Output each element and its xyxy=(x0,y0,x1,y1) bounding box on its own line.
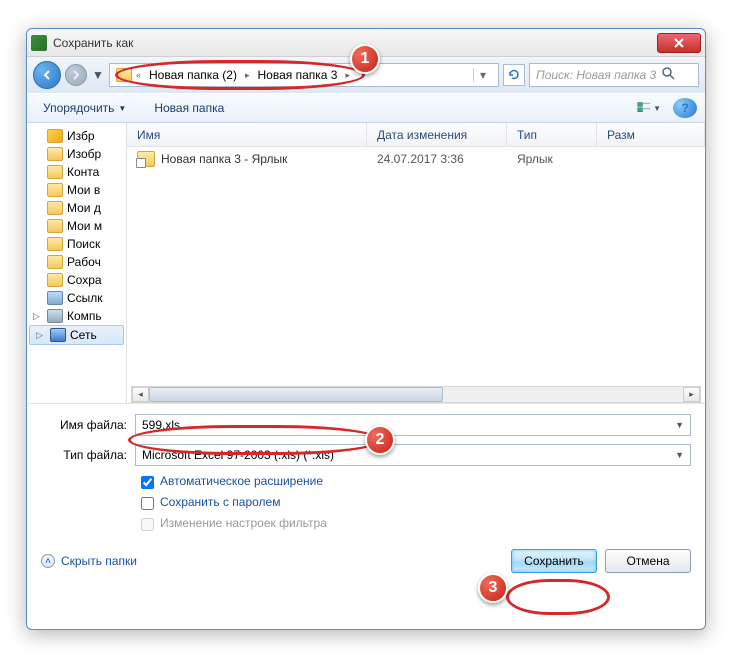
close-icon xyxy=(674,38,684,48)
chevron-right-icon: ▸ xyxy=(245,70,250,81)
back-button[interactable] xyxy=(33,61,61,89)
cancel-button[interactable]: Отмена xyxy=(605,549,691,573)
save-form: Имя файла: 599.xls ▼ Тип файла: Microsof… xyxy=(27,403,705,541)
arrow-left-icon xyxy=(41,69,53,81)
auto-extension-checkbox[interactable]: Автоматическое расширение xyxy=(141,474,691,489)
horizontal-scrollbar[interactable]: ◂ ▸ xyxy=(131,386,701,403)
filetype-select[interactable]: Microsoft Excel 97-2003 (.xls) (*.xls) ▼ xyxy=(135,444,691,466)
help-button[interactable]: ? xyxy=(673,98,697,118)
column-header-name[interactable]: Имя xyxy=(127,123,367,146)
tree-item: Мои м xyxy=(27,217,126,235)
tree-item: Рабоч xyxy=(27,253,126,271)
checkbox-input[interactable] xyxy=(141,476,154,489)
filetype-label: Тип файла: xyxy=(41,448,127,462)
folder-icon xyxy=(47,219,63,233)
close-button[interactable] xyxy=(657,33,701,53)
dialog-footer: ˄ Скрыть папки Сохранить Отмена xyxy=(27,541,705,585)
save-with-password-checkbox[interactable]: Сохранить с паролем xyxy=(141,495,691,510)
computer-icon xyxy=(47,309,63,323)
search-placeholder: Поиск: Новая папка 3 xyxy=(536,68,656,82)
file-date-cell: 24.07.2017 3:36 xyxy=(367,152,507,166)
folder-icon xyxy=(47,147,63,161)
app-icon xyxy=(31,35,47,51)
tree-item: Сохра xyxy=(27,271,126,289)
search-icon xyxy=(662,67,675,83)
filename-label: Имя файла: xyxy=(41,418,127,432)
tree-item-computer: ▷Компь xyxy=(27,307,126,325)
tree-item: Поиск xyxy=(27,235,126,253)
scroll-right-button[interactable]: ▸ xyxy=(683,387,700,402)
tree-item: Конта xyxy=(27,163,126,181)
tree-item-network: ▷Сеть xyxy=(29,325,124,345)
checkbox-input xyxy=(141,518,154,531)
save-as-dialog: Сохранить как ▼ « Новая папка (2) ▸ Нова… xyxy=(26,28,706,630)
network-icon xyxy=(50,328,66,342)
chevron-down-icon[interactable]: ▼ xyxy=(675,420,684,430)
folder-icon xyxy=(116,68,132,82)
forward-button[interactable] xyxy=(65,64,87,86)
column-headers: Имя Дата изменения Тип Разм xyxy=(127,123,705,147)
chevron-down-icon[interactable]: ▼ xyxy=(675,450,684,460)
link-icon xyxy=(47,291,63,305)
annotation-number-3: 3 xyxy=(478,573,508,603)
file-list-pane: Имя Дата изменения Тип Разм Новая папка … xyxy=(127,123,705,403)
folder-icon xyxy=(47,183,63,197)
expand-icon[interactable]: ▷ xyxy=(33,311,43,322)
refresh-button[interactable] xyxy=(503,64,525,86)
toolbar: Упорядочить ▼ Новая папка ▼ ? xyxy=(27,93,705,123)
column-header-date[interactable]: Дата изменения xyxy=(367,123,507,146)
save-button[interactable]: Сохранить xyxy=(511,549,597,573)
arrow-right-icon xyxy=(71,70,81,80)
checkbox-input[interactable] xyxy=(141,497,154,510)
chevron-right-icon: ▸ xyxy=(345,70,350,81)
expand-icon[interactable]: ▷ xyxy=(36,330,46,341)
tree-item: Ссылк xyxy=(27,289,126,307)
file-type-cell: Ярлык xyxy=(507,152,597,166)
annotation-number-1: 1 xyxy=(350,44,380,74)
breadcrumb-segment[interactable]: Новая папка 3 xyxy=(254,68,342,82)
column-header-size[interactable]: Разм xyxy=(597,123,705,146)
refresh-icon xyxy=(507,68,521,82)
navigation-tree[interactable]: Избр Изобр Конта Мои в Мои д Мои м Поиск… xyxy=(27,123,127,403)
dropdown-icon[interactable]: ▾ xyxy=(473,68,492,82)
organize-button[interactable]: Упорядочить ▼ xyxy=(35,97,134,119)
history-dropdown[interactable]: ▼ xyxy=(91,61,105,89)
new-folder-button[interactable]: Новая папка xyxy=(146,97,232,119)
shortcut-icon xyxy=(137,151,155,167)
explorer-body: Избр Изобр Конта Мои в Мои д Мои м Поиск… xyxy=(27,123,705,403)
filename-input[interactable]: 599.xls ▼ xyxy=(135,414,691,436)
chevron-icon: « xyxy=(136,70,141,80)
star-icon xyxy=(47,129,63,143)
tree-item: Мои д xyxy=(27,199,126,217)
chevron-down-icon: ▼ xyxy=(653,104,661,113)
tree-item: Избр xyxy=(27,127,126,145)
column-header-type[interactable]: Тип xyxy=(507,123,597,146)
scroll-thumb[interactable] xyxy=(149,387,443,402)
breadcrumb-segment[interactable]: Новая папка (2) xyxy=(145,68,241,82)
scroll-track[interactable] xyxy=(149,387,683,402)
file-row[interactable]: Новая папка 3 - Ярлык 24.07.2017 3:36 Яр… xyxy=(127,147,705,171)
scroll-left-button[interactable]: ◂ xyxy=(132,387,149,402)
search-input[interactable]: Поиск: Новая папка 3 xyxy=(529,63,699,87)
view-icon xyxy=(637,101,651,115)
annotation-number-2: 2 xyxy=(365,425,395,455)
folder-icon xyxy=(47,237,63,251)
folder-icon xyxy=(47,255,63,269)
tree-item: Изобр xyxy=(27,145,126,163)
tree-item: Мои в xyxy=(27,181,126,199)
folder-icon xyxy=(47,165,63,179)
file-name-cell: Новая папка 3 - Ярлык xyxy=(127,151,367,167)
folder-icon xyxy=(47,201,63,215)
view-options-button[interactable]: ▼ xyxy=(637,98,661,118)
address-bar[interactable]: « Новая папка (2) ▸ Новая папка 3 ▸ ▾ xyxy=(109,63,499,87)
chevron-down-icon: ▼ xyxy=(118,104,126,113)
hide-folders-toggle[interactable]: ˄ Скрыть папки xyxy=(41,554,137,568)
folder-icon xyxy=(47,273,63,287)
chevron-up-icon: ˄ xyxy=(41,554,55,568)
filter-settings-checkbox: Изменение настроек фильтра xyxy=(141,516,691,531)
